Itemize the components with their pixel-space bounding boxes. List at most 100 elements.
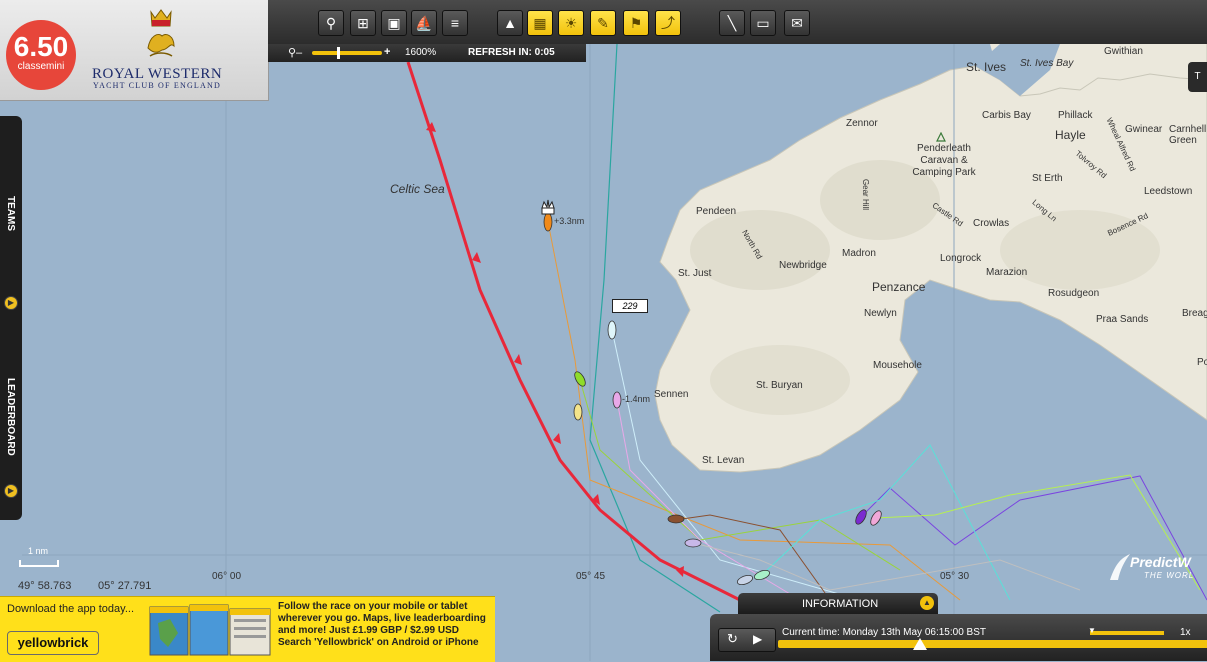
place-penderleath: Penderleath Caravan & Camping Park [912, 143, 976, 178]
grid-lon-0600: 06° 00 [212, 571, 242, 582]
place-mousehole: Mousehole [873, 360, 922, 371]
yellowbrick-logo: yellowbrick [7, 631, 99, 655]
zoom-out-icon[interactable]: ⚲ [318, 10, 344, 36]
leader-gap-label: +3.3nm [554, 216, 585, 226]
place-carnhell-green: Carnhell Green [1169, 124, 1207, 146]
speed-slider-thumb[interactable]: ▼ [1088, 626, 1096, 635]
app-promo-banner[interactable]: Download the app today... yellowbrick Fo… [0, 596, 495, 662]
playback-controls: ↻ ▶ [718, 628, 776, 652]
grid-lon-0545: 05° 45 [576, 571, 606, 582]
cursor-lon: 05° 27.791 [98, 580, 152, 592]
predictwind-watermark: PredictW THE WORL [1108, 552, 1207, 586]
place-st-erth: St Erth [1032, 173, 1063, 184]
app-screenshots-image [148, 603, 272, 657]
screen-icon[interactable]: ▭ [750, 10, 776, 36]
grid-icon[interactable]: ▦ [527, 10, 553, 36]
route-icon[interactable]: ⤴ [655, 10, 681, 36]
chevron-up-icon[interactable]: ▲ [920, 596, 934, 610]
campsite-icon [936, 129, 946, 142]
place-sennen: Sennen [654, 389, 689, 400]
play-icon[interactable]: ▶ [753, 632, 762, 646]
zoom-select-icon[interactable]: ⊞ [350, 10, 376, 36]
boat-229 [607, 320, 617, 340]
place-po: Po [1197, 357, 1207, 368]
place-marazion: Marazion [986, 267, 1028, 278]
place-penzance: Penzance [872, 280, 926, 294]
place-breag: Breag [1182, 308, 1207, 319]
boat-brown [667, 514, 685, 524]
playback-timeline: ↻ ▶ Current time: Monday 13th May 06:15:… [710, 614, 1207, 661]
zoom-slider-thumb[interactable] [336, 47, 340, 59]
zoom-minus-icon[interactable]: ⚲– [288, 46, 302, 59]
club-crest-icon [146, 6, 176, 62]
current-time: Current time: Monday 13th May 06:15:00 B… [782, 627, 986, 638]
timeline-slider[interactable] [778, 638, 1207, 650]
place-praa-sands: Praa Sands [1096, 314, 1149, 325]
place-longrock: Longrock [940, 253, 982, 264]
cursor-lat: 49° 58.763 [18, 580, 72, 592]
banner-download-text: Download the app today... [7, 603, 134, 615]
place-madron: Madron [842, 248, 876, 259]
boat-lilac [684, 538, 702, 548]
place-st-buryan: St. Buryan [756, 380, 803, 391]
leaderboard-expand-icon[interactable]: ▶ [4, 484, 18, 498]
second-gap-label: -1.4nm [622, 394, 651, 404]
right-panel-tab[interactable]: T [1188, 62, 1207, 92]
zoom-bar: ⚲– + 1600% REFRESH IN: 0:05 [268, 44, 586, 62]
predictwind-logo-icon [1108, 552, 1130, 582]
settings-sliders-icon[interactable]: ≡ [442, 10, 468, 36]
replay-icon[interactable]: ↻ [727, 631, 738, 647]
top-toolbar: ⚲ ⊞ ▣ ⛵ ≡ ▲ ▦ ☀ ✎ ⚑ ⤴ ╲ ▭ ✉ [268, 0, 1207, 44]
place-st-just: St. Just [678, 268, 712, 279]
ruler-icon[interactable]: ╲ [719, 10, 745, 36]
boat-tag[interactable]: 229 [612, 299, 648, 313]
zoom-slider[interactable] [312, 47, 382, 59]
timeline-slider-thumb[interactable] [912, 638, 927, 650]
place-zennor: Zennor [846, 118, 878, 129]
leader-crown-icon [541, 199, 555, 215]
zoom-plus-icon[interactable]: + [384, 46, 390, 58]
speed-slider[interactable] [1090, 631, 1164, 635]
speed-value: 1x [1180, 627, 1191, 638]
refresh-countdown: REFRESH IN: 0:05 [468, 47, 555, 58]
club-subtitle: YACHT CLUB OF ENGLAND [93, 81, 221, 90]
scale-label: 1 nm [28, 546, 49, 556]
boat-yellow [573, 403, 583, 421]
wind-flag-icon[interactable]: ⚑ [623, 10, 649, 36]
sun-icon[interactable]: ☀ [558, 10, 584, 36]
measure-icon[interactable]: ✎ [590, 10, 616, 36]
place-gwinear: Gwinear [1125, 124, 1163, 135]
place-crowlas: Crowlas [973, 218, 1010, 229]
boat-pink [612, 391, 622, 409]
banner-promo-text: Follow the race on your mobile or tablet… [278, 601, 486, 648]
place-phillack: Phillack [1058, 110, 1093, 121]
grid-lon-0530: 05° 30 [940, 571, 970, 582]
information-label: INFORMATION [802, 598, 879, 610]
boats-icon[interactable]: ⛵ [411, 10, 437, 36]
place-gwithian: Gwithian [1104, 46, 1143, 57]
zoom-level: 1600% [405, 47, 437, 58]
place-newbridge: Newbridge [779, 260, 827, 271]
left-sidebar: TEAMS ▶ LEADERBOARD ▶ [0, 116, 22, 520]
place-pendeen: Pendeen [696, 206, 737, 217]
chat-icon[interactable]: ✉ [784, 10, 810, 36]
place-st-ives: St. Ives [966, 60, 1007, 74]
place-carbis-bay: Carbis Bay [982, 110, 1031, 121]
place-rosudgeon: Rosudgeon [1048, 288, 1100, 299]
header-logo-panel: 6.50 classemini ROYAL WESTERN YACHT CLUB… [0, 0, 269, 101]
tab-leaderboard[interactable]: LEADERBOARD [5, 378, 16, 456]
course-icon[interactable]: ▲ [497, 10, 523, 36]
sea-label: Celtic Sea [390, 182, 445, 196]
place-st-levan: St. Levan [702, 455, 745, 466]
mini-650-logo: 6.50 classemini [6, 20, 76, 90]
place-newlyn: Newlyn [864, 308, 897, 319]
teams-expand-icon[interactable]: ▶ [4, 296, 18, 310]
place-hayle: Hayle [1055, 128, 1086, 142]
fullscreen-icon[interactable]: ▣ [381, 10, 407, 36]
boat-leader [543, 212, 553, 232]
road-gear-hill: Gear Hill [861, 178, 871, 211]
information-tab[interactable]: INFORMATION ▲ [738, 593, 938, 615]
place-leedstown: Leedstown [1144, 186, 1193, 197]
tab-teams[interactable]: TEAMS [5, 196, 16, 231]
place-st-ives-bay: St. Ives Bay [1020, 58, 1074, 69]
